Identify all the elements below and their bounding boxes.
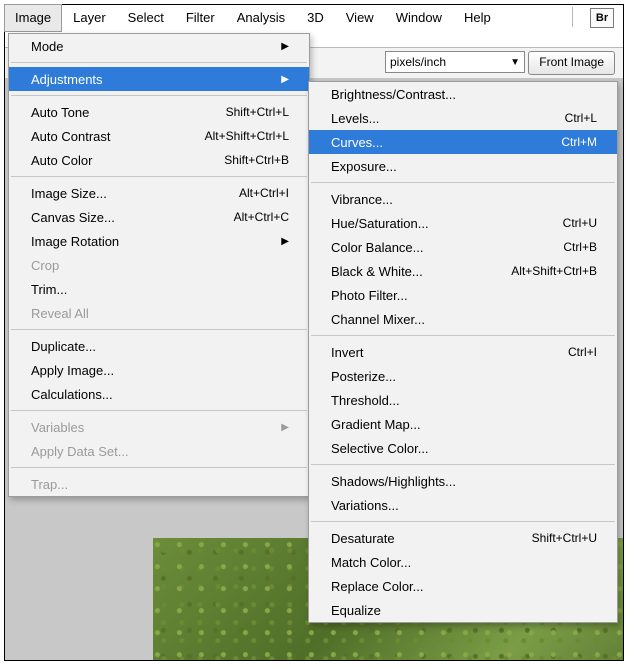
menuitem-brightness-contrast[interactable]: Brightness/Contrast... xyxy=(309,82,617,106)
menuitem-auto-color[interactable]: Auto Color Shift+Ctrl+B xyxy=(9,148,309,172)
menuitem-hue-saturation[interactable]: Hue/Saturation... Ctrl+U xyxy=(309,211,617,235)
menuitem-variables: Variables ▶ xyxy=(9,415,309,439)
menu-separator xyxy=(11,410,307,411)
menu-separator xyxy=(11,329,307,330)
menuitem-auto-contrast[interactable]: Auto Contrast Alt+Shift+Ctrl+L xyxy=(9,124,309,148)
submenu-arrow-icon: ▶ xyxy=(281,422,289,433)
front-image-label: Front Image xyxy=(539,55,604,69)
menu-view[interactable]: View xyxy=(335,4,385,32)
bridge-icon: Br xyxy=(596,12,608,24)
menuitem-reveal-all: Reveal All xyxy=(9,301,309,325)
menuitem-image-rotation[interactable]: Image Rotation ▶ xyxy=(9,229,309,253)
menuitem-invert[interactable]: Invert Ctrl+I xyxy=(309,340,617,364)
submenu-arrow-icon: ▶ xyxy=(281,236,289,247)
menu-help[interactable]: Help xyxy=(453,4,502,32)
menuitem-canvas-size[interactable]: Canvas Size... Alt+Ctrl+C xyxy=(9,205,309,229)
submenu-arrow-icon: ▶ xyxy=(281,41,289,52)
menuitem-match-color[interactable]: Match Color... xyxy=(309,550,617,574)
menuitem-curves[interactable]: Curves... Ctrl+M xyxy=(309,130,617,154)
menuitem-trap: Trap... xyxy=(9,472,309,496)
menuitem-levels[interactable]: Levels... Ctrl+L xyxy=(309,106,617,130)
accelerator: Alt+Ctrl+I xyxy=(239,186,289,200)
accelerator: Shift+Ctrl+B xyxy=(224,153,289,167)
menuitem-trim[interactable]: Trim... xyxy=(9,277,309,301)
accelerator: Alt+Shift+Ctrl+B xyxy=(511,264,597,278)
image-menu-dropdown: Mode ▶ Adjustments ▶ Auto Tone Shift+Ctr… xyxy=(8,33,310,497)
menu-separator xyxy=(311,335,615,336)
app-menubar: Image Layer Select Filter Analysis 3D Vi… xyxy=(4,4,502,32)
resolution-units-dropdown[interactable]: pixels/inch ▼ xyxy=(385,51,525,73)
accelerator: Ctrl+U xyxy=(563,216,597,230)
accelerator: Ctrl+I xyxy=(568,345,597,359)
menuitem-posterize[interactable]: Posterize... xyxy=(309,364,617,388)
resolution-units-value: pixels/inch xyxy=(390,55,446,69)
menu-filter[interactable]: Filter xyxy=(175,4,226,32)
submenu-arrow-icon: ▶ xyxy=(281,74,289,85)
menuitem-image-size[interactable]: Image Size... Alt+Ctrl+I xyxy=(9,181,309,205)
menuitem-duplicate[interactable]: Duplicate... xyxy=(9,334,309,358)
menuitem-adjustments[interactable]: Adjustments ▶ xyxy=(9,67,309,91)
menuitem-photo-filter[interactable]: Photo Filter... xyxy=(309,283,617,307)
menu-separator xyxy=(11,467,307,468)
menuitem-selective-color[interactable]: Selective Color... xyxy=(309,436,617,460)
menu-separator xyxy=(311,182,615,183)
chevron-down-icon: ▼ xyxy=(510,57,520,68)
menu-select[interactable]: Select xyxy=(117,4,175,32)
menu-separator xyxy=(11,62,307,63)
menuitem-apply-image[interactable]: Apply Image... xyxy=(9,358,309,382)
menuitem-vibrance[interactable]: Vibrance... xyxy=(309,187,617,211)
menuitem-auto-tone[interactable]: Auto Tone Shift+Ctrl+L xyxy=(9,100,309,124)
accelerator: Ctrl+L xyxy=(565,111,597,125)
bridge-button[interactable]: Br xyxy=(590,8,614,28)
menu-window[interactable]: Window xyxy=(385,4,453,32)
menuitem-channel-mixer[interactable]: Channel Mixer... xyxy=(309,307,617,331)
accelerator: Alt+Shift+Ctrl+L xyxy=(205,129,289,143)
accelerator: Ctrl+M xyxy=(561,135,597,149)
menuitem-crop: Crop xyxy=(9,253,309,277)
front-image-button[interactable]: Front Image xyxy=(528,51,615,75)
menuitem-desaturate[interactable]: Desaturate Shift+Ctrl+U xyxy=(309,526,617,550)
menu-layer[interactable]: Layer xyxy=(62,4,117,32)
menu-separator xyxy=(11,95,307,96)
menuitem-exposure[interactable]: Exposure... xyxy=(309,154,617,178)
menuitem-equalize[interactable]: Equalize xyxy=(309,598,617,622)
menu-separator xyxy=(311,521,615,522)
menu-separator xyxy=(311,464,615,465)
menuitem-threshold[interactable]: Threshold... xyxy=(309,388,617,412)
adjustments-submenu: Brightness/Contrast... Levels... Ctrl+L … xyxy=(308,81,618,623)
menubar-separator xyxy=(572,7,573,27)
menuitem-black-white[interactable]: Black & White... Alt+Shift+Ctrl+B xyxy=(309,259,617,283)
menuitem-mode[interactable]: Mode ▶ xyxy=(9,34,309,58)
accelerator: Alt+Ctrl+C xyxy=(234,210,289,224)
menu-image[interactable]: Image xyxy=(4,4,62,32)
accelerator: Shift+Ctrl+U xyxy=(532,531,597,545)
menuitem-shadows-highlights[interactable]: Shadows/Highlights... xyxy=(309,469,617,493)
menuitem-gradient-map[interactable]: Gradient Map... xyxy=(309,412,617,436)
menuitem-color-balance[interactable]: Color Balance... Ctrl+B xyxy=(309,235,617,259)
menu-3d[interactable]: 3D xyxy=(296,4,335,32)
menu-analysis[interactable]: Analysis xyxy=(226,4,296,32)
menuitem-calculations[interactable]: Calculations... xyxy=(9,382,309,406)
menuitem-apply-data-set: Apply Data Set... xyxy=(9,439,309,463)
menuitem-replace-color[interactable]: Replace Color... xyxy=(309,574,617,598)
menu-separator xyxy=(11,176,307,177)
accelerator: Shift+Ctrl+L xyxy=(226,105,289,119)
menuitem-variations[interactable]: Variations... xyxy=(309,493,617,517)
accelerator: Ctrl+B xyxy=(563,240,597,254)
